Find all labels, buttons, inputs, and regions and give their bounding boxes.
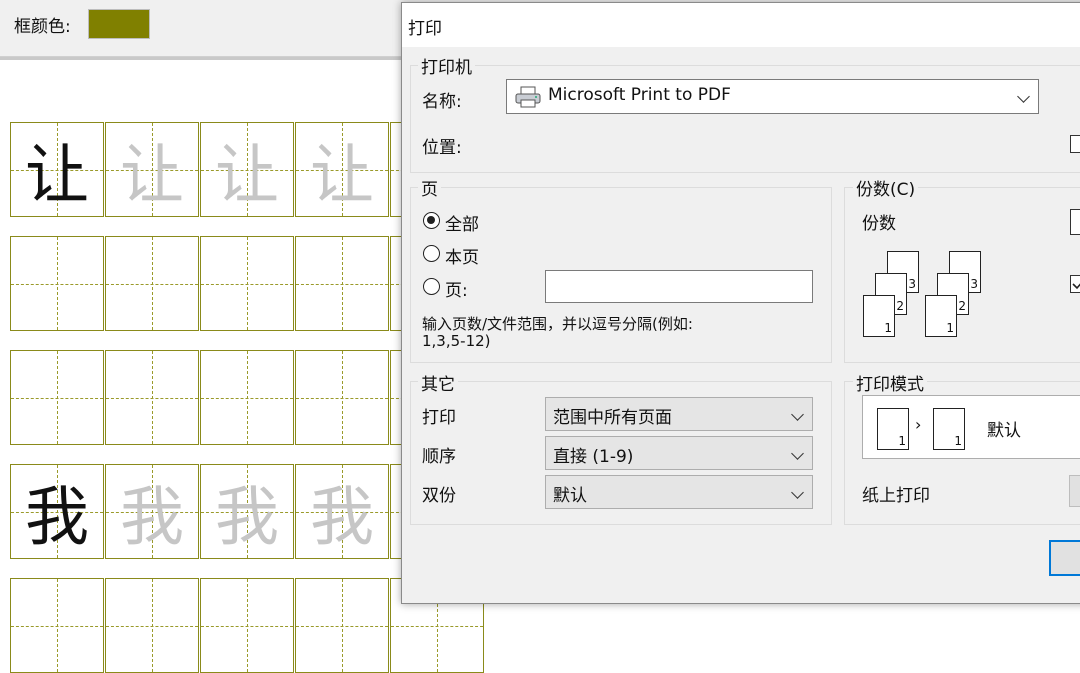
order-value: 直接 (1-9) [553,447,634,467]
page-range-hint-example: 1,3,5-12) [422,332,491,350]
collate-page: 1 [863,295,895,337]
practice-char-trace: 我 [120,480,184,555]
practice-char-trace: 让 [120,138,184,213]
chevron-down-icon [791,408,804,421]
check-icon [1072,283,1080,290]
grid-cell: 我 [105,464,199,559]
chevron-down-icon [791,486,804,499]
copies-legend: 份数(C) [853,175,919,200]
frame-color-label: 框颜色: [14,17,71,37]
grid-cell [105,350,199,445]
printer-location-label: 位置: [422,138,462,158]
grid-cell: 我 [200,464,294,559]
printer-name-value: Microsoft Print to PDF [548,85,731,105]
print-scope-label: 打印 [422,408,456,428]
grid-cell [295,578,389,673]
order-select[interactable]: 直接 (1-9) [545,436,813,470]
grid-cell: 我 [10,464,104,559]
print-dialog: 打印 打印机 名称: Microsoft Print to PDF 位置: 页 … [401,2,1080,604]
radio-current-page[interactable] [423,245,440,262]
dialog-title: 打印 [408,19,442,39]
grid-cell [10,350,104,445]
paper-print-label: 纸上打印 [862,486,930,506]
page-one-icon: 1 [933,408,965,450]
paper-print-button[interactable] [1069,475,1080,507]
print-scope-select[interactable]: 范围中所有页面 [545,397,813,431]
ok-button[interactable] [1049,540,1080,576]
page-range-hint: 输入页数/文件范围，并以逗号分隔(例如: [422,315,693,333]
frame-color-swatch[interactable] [88,9,150,39]
other-legend: 其它 [418,370,458,395]
printer-name-label: 名称: [422,92,462,112]
radio-page-range[interactable] [423,278,440,295]
printer-name-select[interactable]: Microsoft Print to PDF [506,79,1039,114]
practice-char-trace: 我 [310,480,374,555]
print-mode-legend: 打印模式 [853,370,927,395]
grid-cell [10,236,104,331]
grid-cell: 让 [10,122,104,217]
grid-cell: 让 [200,122,294,217]
grid-cell: 让 [295,122,389,217]
page-range-input[interactable] [545,270,813,303]
print-scope-value: 范围中所有页面 [553,408,672,428]
grid-cell: 让 [105,122,199,217]
grid-cell [295,236,389,331]
grid-cell [105,236,199,331]
grid-cell [105,578,199,673]
current-page-label: 本页 [445,248,479,268]
page-range-label: 页: [445,281,468,301]
grid-cell [295,350,389,445]
print-mode-value: 默认 [987,421,1021,441]
print-mode-preview[interactable]: 1 › 1 默认 [862,395,1080,459]
grid-cell [10,578,104,673]
duplex-select[interactable]: 默认 [545,475,813,509]
printer-properties-checkbox[interactable] [1070,135,1080,153]
all-pages-label: 全部 [445,215,479,235]
practice-char-trace: 我 [215,480,279,555]
grid-cell [200,236,294,331]
printer-legend: 打印机 [418,53,475,78]
practice-char-model: 我 [25,480,89,555]
printer-icon [515,86,541,108]
grid-cell [200,578,294,673]
copies-label: 份数 [862,214,896,234]
page-one-icon: 1 [877,408,909,450]
duplex-value: 默认 [553,486,587,506]
pages-legend: 页 [418,175,441,200]
chevron-down-icon [791,447,804,460]
grid-cell [200,350,294,445]
practice-char-trace: 让 [310,138,374,213]
duplex-label: 双份 [422,486,456,506]
order-label: 顺序 [422,447,456,467]
collate-checkbox[interactable] [1070,275,1080,293]
practice-char-trace: 让 [215,138,279,213]
collate-page: 1 [925,295,957,337]
practice-char-model: 让 [25,138,89,213]
copies-spinner[interactable] [1070,209,1080,235]
chevron-down-icon [1017,90,1030,103]
radio-all-pages[interactable] [423,212,440,229]
arrow-right-icon: › [915,415,922,434]
grid-cell: 我 [295,464,389,559]
dialog-title-bar[interactable]: 打印 [402,3,1080,47]
collate-pages-icon: 3 2 1 3 2 1 [863,251,993,343]
